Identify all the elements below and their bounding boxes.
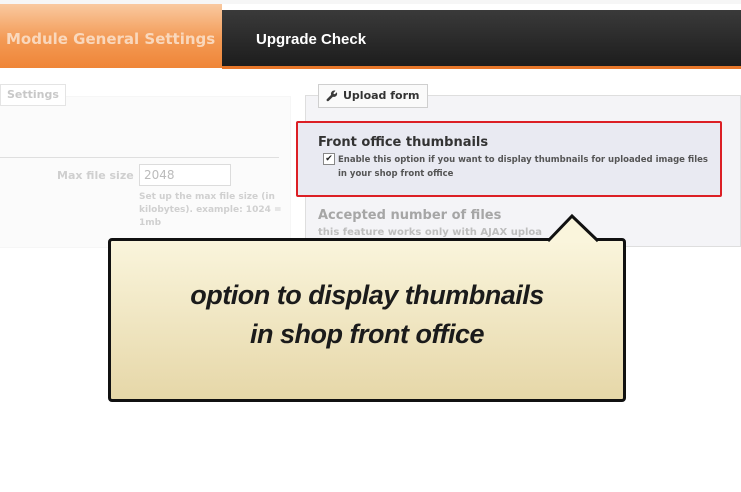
settings-legend: Settings — [0, 84, 66, 106]
max-file-size-input[interactable]: 2048 — [139, 164, 231, 186]
wrench-icon — [326, 90, 338, 102]
tab-upgrade-label: Upgrade Check — [256, 31, 367, 48]
max-file-size-help: Set up the max file size (in kilobytes).… — [139, 192, 282, 228]
accepted-files-title: Accepted number of files — [318, 208, 502, 223]
divider — [0, 157, 279, 158]
accepted-files-subtitle: this feature works only with AJAX uploa — [318, 227, 543, 238]
callout-line-1: option to display thumbnails — [190, 280, 544, 310]
tab-general-label: Module General Settings — [6, 30, 216, 48]
max-file-size-label: Max file size — [57, 169, 134, 182]
tab-module-general-settings[interactable]: Module General Settings — [0, 4, 222, 68]
front-office-thumbnails-title: Front office thumbnails — [318, 135, 489, 150]
callout-text: option to display thumbnails in shop fro… — [108, 276, 626, 354]
tab-underline — [222, 66, 741, 69]
thumbnails-checkbox[interactable]: ✔ — [323, 153, 335, 165]
upload-form-legend: Upload form — [318, 84, 428, 108]
upload-form-legend-label: Upload form — [343, 89, 420, 102]
tab-upgrade-check[interactable]: Upgrade Check — [222, 10, 741, 68]
callout-line-2: in shop front office — [250, 319, 485, 349]
thumbnails-description: Enable this option if you want to displa… — [338, 155, 708, 179]
